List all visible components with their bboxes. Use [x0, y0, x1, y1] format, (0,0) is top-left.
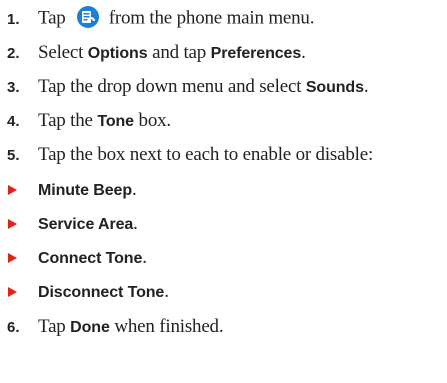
red-arrow-bullet-icon [8, 219, 17, 229]
step-text: Tap Done when finished. [38, 316, 224, 337]
option-label: Minute Beep [38, 182, 133, 199]
step-text: Tap the drop down menu and select Sounds… [38, 76, 369, 97]
option-label: Service Area [38, 216, 134, 233]
option-label: Disconnect Tone [38, 284, 165, 301]
option-label: Connect Tone [38, 250, 143, 267]
red-arrow-bullet-icon [8, 287, 17, 297]
sounds-term: Sounds [305, 79, 364, 96]
step-text: Tap the box next to each to enable or di… [38, 144, 374, 165]
step-number: 5. [7, 146, 20, 164]
options-term: Options [87, 45, 148, 62]
phone-app-icon [76, 5, 100, 29]
step-number: 2. [7, 44, 20, 62]
tone-term: Tone [97, 113, 134, 130]
step-number: 1. [7, 10, 20, 28]
step-number: 4. [7, 112, 20, 130]
step-text: Tap the Tone box. [38, 110, 171, 131]
preferences-term: Preferences [210, 45, 302, 62]
step-number: 6. [7, 318, 20, 336]
red-arrow-bullet-icon [8, 185, 17, 195]
done-term: Done [70, 319, 110, 336]
step-text: Select Options and tap Preferences. [38, 42, 306, 63]
red-arrow-bullet-icon [8, 253, 17, 263]
step-text: Tap from the phone main menu. [38, 5, 314, 31]
step-number: 3. [7, 78, 20, 96]
instruction-list: 1. Tap from the phone main menu. 2. Sele… [0, 0, 447, 383]
